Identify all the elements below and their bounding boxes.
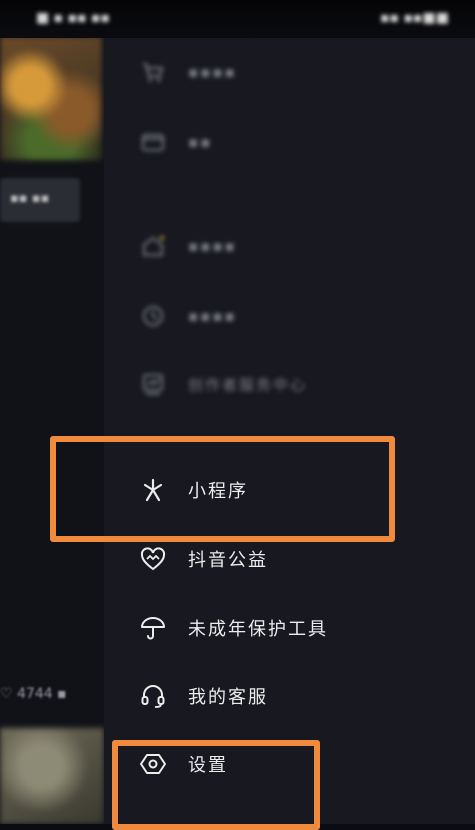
menu-label: 创作者服务中心 (188, 375, 308, 394)
menu-label: ▪▪▪▪ (188, 307, 237, 325)
menu-item-customer-service[interactable]: 我的客服 (138, 674, 268, 718)
menu-label: ▪▪▪▪ (188, 237, 237, 255)
menu-label: 小程序 (188, 481, 248, 502)
background-feed: ▪▪ ▪▪ ♡ 4744 ▪ (0, 0, 115, 824)
menu-label: 我的客服 (188, 687, 268, 708)
menu-item-mini-program[interactable]: 小程序 (138, 468, 248, 512)
creator-icon (138, 369, 168, 399)
video-thumbnail (0, 36, 102, 160)
status-bar: ■ ▪ ▪▪ ▪▪ ▪▪ ▪▪■■ (0, 0, 475, 38)
tag-pill: ▪▪ ▪▪ (0, 178, 80, 222)
menu-item-settings[interactable]: 设置 (138, 742, 228, 786)
home-icon (138, 231, 168, 261)
tag-text: ▪▪ ▪▪ (10, 191, 50, 206)
menu-label: ▪▪ (188, 133, 213, 151)
menu-item-cart[interactable]: ▪▪▪▪ (138, 50, 237, 94)
umbrella-icon (138, 613, 168, 643)
menu-label: 设置 (188, 755, 228, 776)
headset-icon (138, 681, 168, 711)
menu-label: 抖音公益 (188, 550, 268, 571)
menu-item-home[interactable]: ▪▪▪▪ (138, 224, 237, 268)
menu-item-history[interactable]: ▪▪▪▪ (138, 294, 237, 338)
video-thumbnail-2 (0, 728, 104, 824)
cart-icon (138, 57, 168, 87)
settings-icon (138, 749, 168, 779)
mini-program-icon (138, 475, 168, 505)
clock-icon (138, 301, 168, 331)
likes-count: ♡ 4744 ▪ (0, 686, 67, 702)
wallet-icon (138, 127, 168, 157)
likes-value: 4744 (17, 686, 53, 702)
status-left: ■ ▪ ▪▪ ▪▪ (36, 10, 111, 26)
side-drawer: ▪▪▪▪ ▪▪ ▪▪▪▪ ▪▪▪▪ 创作者服务中心 小程序 抖音公益 未成年保护… (104, 36, 475, 824)
menu-item-charity[interactable]: 抖音公益 (138, 537, 268, 581)
menu-item-wallet[interactable]: ▪▪ (138, 120, 212, 164)
status-right: ▪▪ ▪▪■■ (380, 10, 449, 26)
menu-item-minor-protection[interactable]: 未成年保护工具 (138, 606, 328, 650)
menu-item-creator-center[interactable]: 创作者服务中心 (138, 362, 307, 406)
menu-label: ▪▪▪▪ (188, 63, 237, 81)
menu-label: 未成年保护工具 (188, 619, 328, 640)
charity-heart-icon (138, 544, 168, 574)
